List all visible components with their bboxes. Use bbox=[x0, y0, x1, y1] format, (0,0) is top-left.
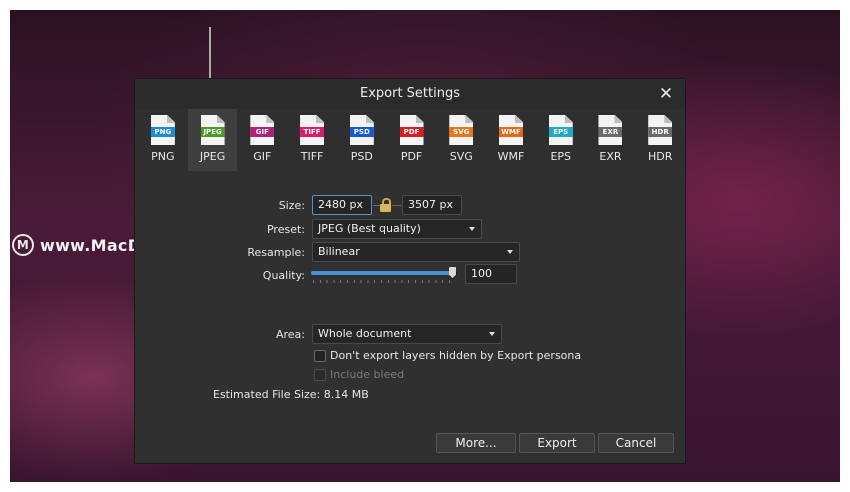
format-tab-label: JPEG bbox=[199, 150, 226, 163]
preset-label: Preset: bbox=[266, 223, 305, 236]
width-input[interactable]: 2480 px bbox=[312, 195, 372, 215]
height-input[interactable]: 3507 px bbox=[402, 195, 462, 215]
preset-dropdown[interactable]: JPEG (Best quality) bbox=[312, 219, 482, 239]
quality-slider-thumb[interactable] bbox=[449, 267, 456, 278]
format-tab-tiff[interactable]: TIFF TIFF bbox=[287, 109, 337, 171]
format-tab-label: GIF bbox=[253, 150, 272, 163]
format-tab-label: PSD bbox=[350, 150, 373, 163]
exr-file-icon: EXR bbox=[598, 115, 623, 145]
tiff-file-icon: TIFF bbox=[300, 115, 325, 145]
include-bleed-label: Include bleed bbox=[330, 368, 405, 381]
chevron-down-icon bbox=[469, 227, 475, 231]
hdr-file-icon: HDR bbox=[648, 115, 673, 145]
more-button[interactable]: More... bbox=[436, 433, 516, 453]
aspect-lock-icon[interactable] bbox=[380, 198, 391, 212]
quality-slider-ticks bbox=[313, 280, 455, 283]
gif-file-icon: GIF bbox=[250, 115, 275, 145]
format-toolbar: PNG PNG JPEG JPEG GIF GIF TIFF TIFF PSD PSD PDF PDF… bbox=[135, 109, 685, 171]
svg-file-icon: SVG bbox=[449, 115, 474, 145]
format-tab-pdf[interactable]: PDF PDF bbox=[387, 109, 437, 171]
psd-file-icon: PSD bbox=[349, 115, 374, 145]
resample-label: Resample: bbox=[247, 246, 305, 259]
export-settings-dialog: Export Settings ✕ PNG PNG JPEG JPEG GIF GIF TI… bbox=[134, 78, 686, 464]
format-tab-png[interactable]: PNG PNG bbox=[138, 109, 188, 171]
format-tab-label: EXR bbox=[599, 150, 622, 163]
dialog-titlebar: Export Settings ✕ bbox=[135, 79, 685, 109]
format-tab-label: WMF bbox=[497, 150, 525, 163]
format-tab-gif[interactable]: GIF GIF bbox=[237, 109, 287, 171]
resample-dropdown[interactable]: Bilinear bbox=[312, 242, 520, 262]
cancel-button[interactable]: Cancel bbox=[598, 433, 674, 453]
format-tab-label: EPS bbox=[550, 150, 572, 163]
format-tab-eps[interactable]: EPS EPS bbox=[536, 109, 586, 171]
format-tab-exr[interactable]: EXR EXR bbox=[586, 109, 636, 171]
quality-label: Quality: bbox=[262, 269, 305, 282]
format-tab-wmf[interactable]: WMF WMF bbox=[486, 109, 536, 171]
close-icon[interactable]: ✕ bbox=[657, 85, 675, 103]
format-tab-label: TIFF bbox=[300, 150, 324, 163]
preset-value: JPEG (Best quality) bbox=[318, 222, 421, 235]
format-tab-jpeg[interactable]: JPEG JPEG bbox=[187, 109, 238, 171]
hidden-layers-label: Don't export layers hidden by Export per… bbox=[330, 349, 582, 362]
size-label: Size: bbox=[278, 199, 305, 212]
chevron-down-icon bbox=[489, 332, 495, 336]
export-button[interactable]: Export bbox=[519, 433, 595, 453]
watermark-logo-icon: M bbox=[12, 234, 34, 256]
format-tab-hdr[interactable]: HDR HDR bbox=[635, 109, 685, 171]
link-line bbox=[392, 205, 401, 206]
include-bleed-checkbox[interactable] bbox=[314, 369, 326, 381]
format-tab-svg[interactable]: SVG SVG bbox=[436, 109, 486, 171]
link-line bbox=[373, 205, 380, 206]
quality-input[interactable]: 100 bbox=[465, 264, 517, 284]
area-dropdown[interactable]: Whole document bbox=[312, 324, 502, 344]
estimated-file-size: Estimated File Size: 8.14 MB bbox=[213, 388, 369, 401]
format-tab-label: PNG bbox=[151, 150, 175, 163]
format-tab-label: HDR bbox=[648, 150, 673, 163]
pdf-file-icon: PDF bbox=[399, 115, 424, 145]
dialog-title: Export Settings bbox=[359, 86, 460, 101]
png-file-icon: PNG bbox=[150, 115, 175, 145]
chevron-down-icon bbox=[507, 250, 513, 254]
quality-slider[interactable] bbox=[311, 267, 457, 278]
eps-file-icon: EPS bbox=[548, 115, 573, 145]
hidden-layers-checkbox[interactable] bbox=[314, 350, 326, 362]
quality-slider-fill bbox=[311, 271, 453, 275]
wmf-file-icon: WMF bbox=[499, 115, 523, 145]
jpeg-file-icon: JPEG bbox=[200, 115, 225, 145]
area-label: Area: bbox=[275, 328, 305, 341]
format-tab-psd[interactable]: PSD PSD bbox=[337, 109, 387, 171]
area-value: Whole document bbox=[318, 327, 412, 340]
format-tab-label: SVG bbox=[449, 150, 473, 163]
format-tab-label: PDF bbox=[400, 150, 423, 163]
resample-value: Bilinear bbox=[318, 245, 360, 258]
